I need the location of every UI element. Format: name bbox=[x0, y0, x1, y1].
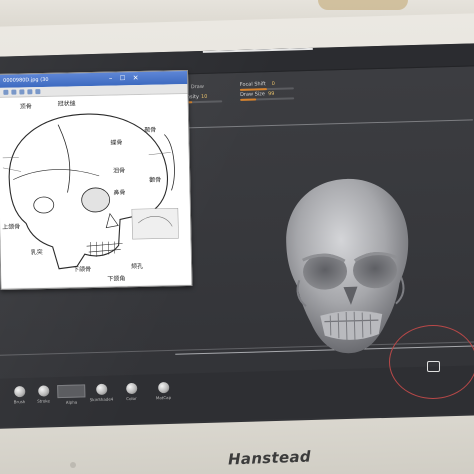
tray-alpha[interactable]: Alpha bbox=[56, 384, 87, 405]
photo-scene: Draw Z Intensity 10 Focal Shift 0 Draw S… bbox=[0, 0, 474, 474]
camera-icon[interactable] bbox=[427, 361, 440, 372]
canvas-top-line bbox=[172, 119, 473, 129]
label-zygomatic: 颧骨 bbox=[149, 176, 162, 184]
label-mastoid: 乳突 bbox=[30, 249, 43, 257]
draw-label[interactable]: Draw bbox=[191, 84, 204, 90]
label-sphenoid: 蝶骨 bbox=[110, 139, 123, 147]
focal-shift-value: 0 bbox=[271, 80, 276, 87]
tray-material[interactable]: SkinShade4 bbox=[86, 383, 116, 402]
draw-size-value: 99 bbox=[267, 90, 275, 98]
label-nasal: 鼻骨 bbox=[113, 189, 126, 197]
maximize-icon[interactable]: □ bbox=[118, 74, 127, 82]
draw-size-slider[interactable] bbox=[240, 97, 295, 101]
rotate-icon[interactable] bbox=[19, 89, 25, 95]
next-icon[interactable] bbox=[35, 89, 41, 95]
background-object bbox=[318, 0, 408, 10]
draw-size-fill bbox=[240, 98, 257, 101]
label-mental-foramen: 颏孔 bbox=[130, 262, 144, 271]
label-lacrimal: 泪骨 bbox=[112, 167, 126, 175]
power-indicator bbox=[70, 462, 76, 468]
viewer-title: 0000980D.jpg (30 bbox=[3, 76, 49, 84]
focal-shift-label: Focal Shift bbox=[239, 81, 266, 88]
skull-diagram bbox=[2, 113, 179, 270]
tray-color[interactable]: Color bbox=[116, 382, 146, 402]
zoom-in-icon[interactable] bbox=[3, 89, 9, 95]
label-mandible-angle: 下颌角 bbox=[107, 275, 126, 283]
label-temporal: 颞骨 bbox=[144, 126, 157, 134]
image-viewer-window[interactable]: 0000980D.jpg (30 – □ ✕ 顶骨 冠状缝 蝶骨 颞骨 泪骨 颧… bbox=[0, 69, 193, 290]
label-mandible: 下颌骨 bbox=[73, 266, 92, 274]
label-parietal: 顶骨 bbox=[19, 103, 32, 111]
viewer-canvas: 顶骨 冠状缝 蝶骨 颞骨 泪骨 颧骨 上颌骨 下颌骨 鼻骨 乳突 下颌角 颏孔 bbox=[0, 93, 192, 288]
tray-stroke[interactable]: Stroke bbox=[28, 385, 58, 404]
prev-icon[interactable] bbox=[27, 89, 33, 95]
minimize-icon[interactable]: – bbox=[106, 75, 115, 83]
focal-shift-slider[interactable] bbox=[239, 87, 294, 91]
label-maxilla: 上颌骨 bbox=[2, 223, 21, 231]
label-coronal: 冠状缝 bbox=[57, 100, 76, 108]
close-icon[interactable]: ✕ bbox=[131, 74, 140, 82]
zoom-out-icon[interactable] bbox=[11, 89, 17, 95]
z-intensity-value: 10 bbox=[201, 93, 208, 100]
monitor-brand: Hanstead bbox=[227, 447, 312, 469]
skull-3d-model[interactable] bbox=[282, 173, 417, 367]
draw-size-label: Draw Size bbox=[239, 91, 266, 98]
tray-matcap[interactable]: MatCap bbox=[148, 381, 178, 401]
